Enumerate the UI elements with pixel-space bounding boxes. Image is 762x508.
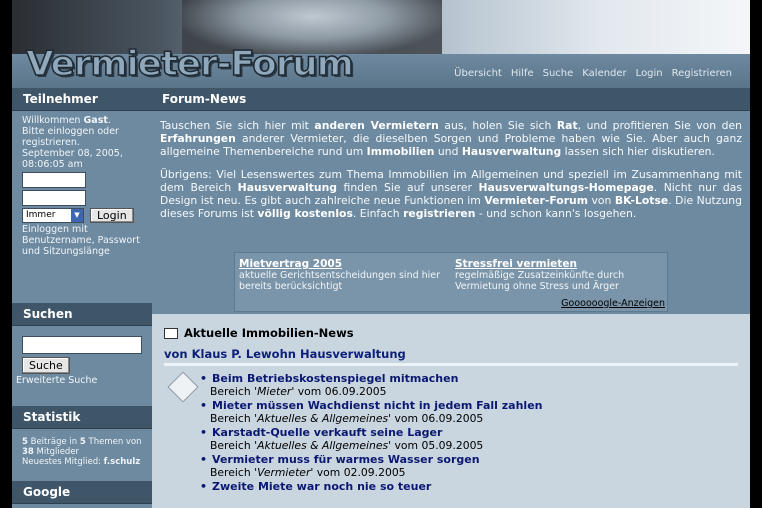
list-item: • Zweite Miete war noch nie so teuer: [200, 480, 720, 493]
members-count-line: 38 Mitglieder: [22, 447, 142, 457]
news-section: Aktuelle Immobilien-News von Klaus P. Le…: [152, 314, 750, 508]
nav-hilfe[interactable]: Hilfe: [511, 68, 534, 79]
advanced-search-link[interactable]: Erweiterte Suche: [16, 375, 142, 386]
session-length-select[interactable]: Immer ▼: [22, 208, 84, 223]
topics-label: Themen von: [88, 437, 142, 447]
stats-panel: 5 Beiträge in 5 Themen von 38 Mitglieder…: [12, 429, 152, 481]
house-icon: [167, 371, 199, 403]
intro-paragraph-2: Übrigens: Viel Lesenswertes zum Thema Im…: [160, 168, 742, 220]
welcome-prefix: Willkommen: [22, 115, 81, 126]
members-count: 38: [22, 447, 34, 457]
ad-title[interactable]: Mietvertrag 2005: [239, 259, 444, 270]
search-heading: Suchen: [12, 303, 152, 326]
news-heading: Aktuelle Immobilien-News: [164, 326, 354, 340]
list-item: • Vermieter muss für warmes Wasser sorgen…: [200, 453, 720, 479]
intro-paragraph-1: Tauschen Sie sich hier mit anderen Vermi…: [160, 119, 742, 158]
main-content: Forum-News Tauschen Sie sich hier mit an…: [152, 88, 750, 508]
posts-label: Beiträge in: [30, 437, 78, 447]
list-item: • Karstadt-Quelle verkauft seine Lager Be…: [200, 426, 720, 452]
news-link[interactable]: • Zweite Miete war noch nie so teuer: [200, 480, 720, 493]
page: Vermieter-Forum Übersicht Hilfe Suche Ka…: [12, 0, 750, 508]
stats-counts: 5 Beiträge in 5 Themen von: [22, 437, 142, 447]
members-panel: Willkommen Gast. Bitte einloggen oder re…: [12, 111, 152, 303]
news-meta: Bereich 'Vermieter' vom 02.09.2005: [210, 466, 406, 479]
homepage-link[interactable]: Hausverwaltungs-Homepage: [478, 181, 653, 194]
news-meta: Bereich 'Aktuelles & Allgemeines' vom 05…: [210, 439, 484, 452]
members-label: Mitglieder: [36, 447, 80, 457]
search-panel: Suche Erweiterte Suche: [12, 336, 152, 406]
header-banner: Vermieter-Forum Übersicht Hilfe Suche Ka…: [12, 0, 750, 88]
ad-box: Mietvertrag 2005 aktuelle Gerichtsentsch…: [234, 252, 668, 312]
list-item: • Beim Betriebskostenspiegel mitmachen Be…: [200, 372, 720, 398]
login-button[interactable]: Login: [90, 208, 134, 223]
nav-suche[interactable]: Suche: [543, 68, 574, 79]
search-button[interactable]: Suche: [22, 357, 70, 374]
news-list: • Beim Betriebskostenspiegel mitmachen Be…: [200, 372, 720, 494]
search-input[interactable]: [22, 336, 142, 354]
newest-label: Neuestes Mitglied:: [22, 457, 101, 467]
news-link[interactable]: • Vermieter muss für warmes Wasser sorgen: [200, 453, 720, 466]
members-heading: Teilnehmer: [12, 88, 152, 111]
google-ads-link[interactable]: Goooooogle-Anzeigen: [561, 298, 665, 309]
ad-text: regelmäßige Zusatzeinkünfte durch Vermie…: [455, 270, 625, 292]
password-input[interactable]: [22, 190, 86, 206]
newest-member-line: Neuestes Mitglied: f.schulz: [22, 457, 142, 467]
bullet-icon: •: [200, 480, 208, 493]
left-sidebar: Teilnehmer Willkommen Gast. Bitte einlog…: [12, 88, 152, 508]
welcome-text: Willkommen Gast.: [22, 115, 111, 126]
newest-member-link[interactable]: f.schulz: [104, 457, 141, 467]
username-input[interactable]: [22, 172, 86, 188]
session-length-value: Immer: [26, 210, 56, 220]
nav-registrieren[interactable]: Registrieren: [672, 68, 732, 79]
list-item: • Mieter müssen Wachdienst nicht in jedem…: [200, 399, 720, 425]
login-hint: Einloggen mit Benutzername, Passwort und…: [22, 224, 140, 257]
nav-uebersicht[interactable]: Übersicht: [454, 68, 502, 79]
folder-icon: [164, 327, 178, 339]
site-logo[interactable]: Vermieter-Forum: [25, 43, 354, 85]
news-source[interactable]: von Klaus P. Lewohn Hausverwaltung: [164, 347, 738, 366]
bullet-icon: •: [200, 453, 208, 466]
bullet-icon: •: [200, 426, 208, 439]
news-meta: Bereich 'Mieter' vom 06.09.2005: [210, 385, 387, 398]
bullet-icon: •: [200, 372, 208, 385]
news-link[interactable]: • Mieter müssen Wachdienst nicht in jedem…: [200, 399, 720, 412]
news-meta: Bereich 'Aktuelles & Allgemeines' vom 06…: [210, 412, 484, 425]
google-panel: [12, 504, 152, 508]
login-prompt: Bitte einloggen oder registrieren.: [22, 126, 119, 148]
top-navigation: Übersicht Hilfe Suche Kalender Login Reg…: [454, 68, 732, 79]
google-heading: Google: [12, 481, 152, 504]
current-date: September 08, 2005, 08:06:05 am: [22, 148, 123, 170]
ad-item[interactable]: Mietvertrag 2005 aktuelle Gerichtsentsch…: [239, 259, 444, 293]
news-title-text: Aktuelle Immobilien-News: [184, 326, 354, 340]
ad-item[interactable]: Stressfrei vermieten regelmäßige Zusatze…: [455, 259, 660, 293]
posts-count: 5: [22, 437, 28, 447]
stats-heading: Statistik: [12, 406, 152, 429]
news-link[interactable]: • Karstadt-Quelle verkauft seine Lager: [200, 426, 720, 439]
register-link[interactable]: registrieren: [403, 207, 475, 220]
news-link[interactable]: • Beim Betriebskostenspiegel mitmachen: [200, 372, 720, 385]
ad-text: aktuelle Gerichtsentscheidungen sind hie…: [239, 270, 441, 292]
topics-count: 5: [79, 437, 86, 447]
nav-kalender[interactable]: Kalender: [582, 68, 626, 79]
ad-title[interactable]: Stressfrei vermieten: [455, 259, 660, 270]
chevron-down-icon[interactable]: ▼: [71, 209, 83, 222]
guest-name: Gast: [83, 115, 108, 126]
nav-login[interactable]: Login: [636, 68, 663, 79]
bullet-icon: •: [200, 399, 208, 412]
forum-news-heading: Forum-News: [152, 88, 750, 111]
